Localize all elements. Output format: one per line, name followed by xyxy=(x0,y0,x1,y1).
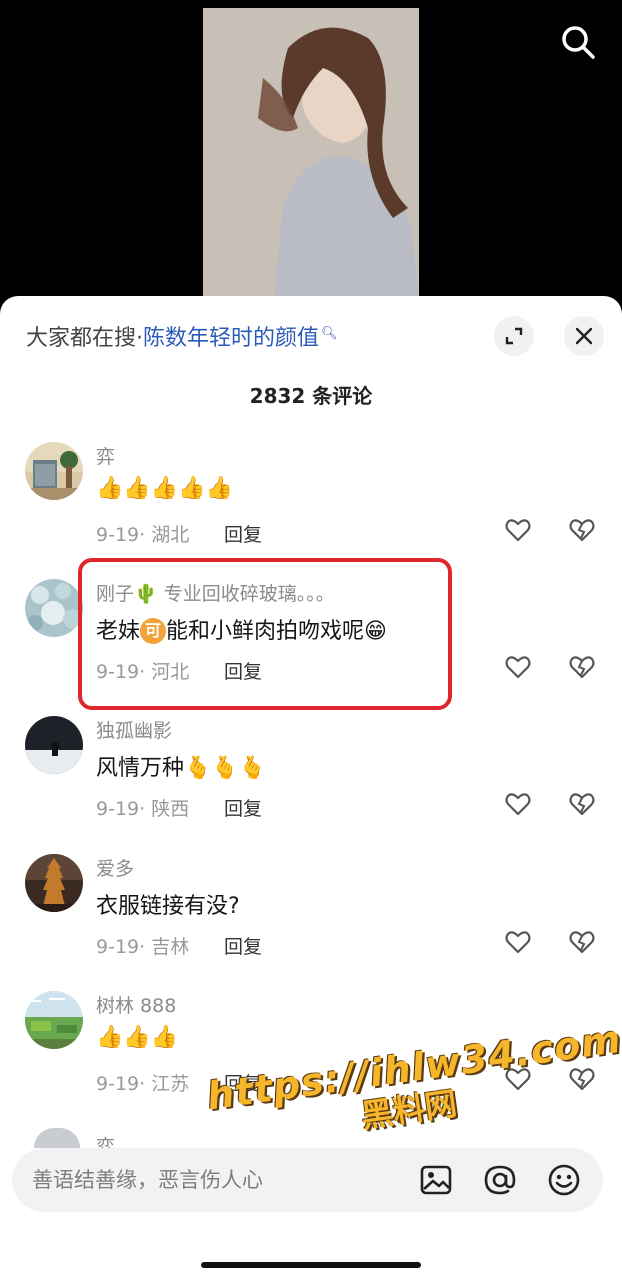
search-button[interactable] xyxy=(558,22,598,62)
everyone-searching-prefix: 大家都在搜· xyxy=(26,326,143,351)
comment-region: 湖北 xyxy=(151,524,190,546)
comments-sheet: 大家都在搜·陈数年轻时的颜值 🔍︎ 2832 条评论 弈 👍👍👍👍👍 9-19·… xyxy=(0,296,622,1280)
avatar-partial[interactable] xyxy=(34,1128,80,1148)
comment-username[interactable]: 弈 xyxy=(96,442,115,469)
video-thumbnail[interactable] xyxy=(203,8,419,308)
heart-icon xyxy=(505,1068,531,1091)
comment-meta: 9-19· 河北 xyxy=(96,661,190,683)
dislike-button[interactable] xyxy=(568,928,596,956)
heart-icon xyxy=(505,519,531,542)
broken-heart-icon xyxy=(569,931,595,954)
search-keyword: 陈数年轻时的颜值 xyxy=(143,326,320,351)
heart-icon xyxy=(505,931,531,954)
comment-meta: 9-19· 江苏 xyxy=(96,1073,190,1095)
emoji-button[interactable] xyxy=(546,1162,582,1198)
reply-button[interactable]: 回复 xyxy=(224,1069,262,1096)
reply-button[interactable]: 回复 xyxy=(224,657,262,684)
broken-heart-icon xyxy=(569,656,595,679)
broken-heart-icon xyxy=(569,519,595,542)
comment-text-start: 老妹 xyxy=(96,619,141,644)
comment-text: 👍👍👍👍👍 xyxy=(96,476,233,501)
comment-input-bar xyxy=(12,1148,603,1212)
expand-button[interactable] xyxy=(494,316,534,356)
like-button[interactable] xyxy=(504,516,532,544)
comment-meta: 9-19· 湖北 xyxy=(96,524,190,546)
comment-region: 江苏 xyxy=(151,1073,190,1095)
like-button[interactable] xyxy=(504,790,532,818)
comment-item: 树林 888 👍👍👍 9-19· 江苏 回复 xyxy=(0,991,622,1121)
dislike-button[interactable] xyxy=(568,1065,596,1093)
reply-button[interactable]: 回复 xyxy=(224,794,262,821)
reply-button[interactable]: 回复 xyxy=(224,520,262,547)
comment-text: 衣服链接有没? xyxy=(96,894,240,919)
comment-text: 风情万种🫰🫰🫰 xyxy=(96,756,267,781)
comment-region: 河北 xyxy=(151,661,190,683)
close-icon xyxy=(575,327,593,345)
comment-input[interactable] xyxy=(32,1148,402,1212)
emoji-icon xyxy=(548,1164,580,1196)
comment-date: 9-19 xyxy=(96,798,140,820)
avatar-image xyxy=(25,991,83,1049)
at-icon xyxy=(484,1165,516,1195)
comment-date: 9-19 xyxy=(96,661,140,683)
home-indicator[interactable] xyxy=(201,1262,421,1268)
comment-date: 9-19 xyxy=(96,936,140,958)
comment-username[interactable]: 爱多 xyxy=(96,854,134,881)
avatar[interactable] xyxy=(25,716,83,774)
comment-username[interactable]: 刚子🌵 专业回收碎玻璃。。。 xyxy=(96,579,335,606)
everyone-searching-link[interactable]: 大家都在搜·陈数年轻时的颜值 🔍︎ xyxy=(26,320,338,352)
dislike-button[interactable] xyxy=(568,516,596,544)
comment-text: 老妹可能和小鲜肉拍吻戏呢😁 xyxy=(96,613,387,645)
sheet-header: 大家都在搜·陈数年轻时的颜值 🔍︎ xyxy=(0,296,622,376)
video-area[interactable] xyxy=(0,0,622,320)
comment-date: 9-19 xyxy=(96,524,140,546)
avatar-image xyxy=(25,854,83,912)
search-icon xyxy=(562,26,595,59)
comment-item: 刚子🌵 专业回收碎玻璃。。。 老妹可能和小鲜肉拍吻戏呢😁 9-19· 河北 回复 xyxy=(0,579,622,709)
avatar-image xyxy=(25,442,83,500)
comment-username[interactable]: 树林 888 xyxy=(96,991,176,1018)
avatar-image xyxy=(25,579,83,637)
avatar[interactable] xyxy=(25,442,83,500)
heart-icon xyxy=(505,793,531,816)
search-icon: 🔍︎ xyxy=(321,325,338,341)
comments-count: 2832 条评论 xyxy=(249,384,373,408)
broken-heart-icon xyxy=(569,793,595,816)
comment-text: 👍👍👍 xyxy=(96,1025,179,1050)
like-button[interactable] xyxy=(504,928,532,956)
close-button[interactable] xyxy=(564,316,604,356)
comment-region: 陕西 xyxy=(151,798,190,820)
comment-item: 爱多 衣服链接有没? 9-19· 吉林 回复 xyxy=(0,854,622,984)
comment-item: 弈 👍👍👍👍👍 9-19· 湖北 回复 xyxy=(0,442,622,572)
heart-icon xyxy=(505,656,531,679)
comment-date: 9-19 xyxy=(96,1073,140,1095)
image-button[interactable] xyxy=(418,1162,454,1198)
dislike-button[interactable] xyxy=(568,653,596,681)
avatar[interactable] xyxy=(25,579,83,637)
broken-heart-icon xyxy=(569,1068,595,1091)
comment-meta: 9-19· 吉林 xyxy=(96,936,190,958)
like-button[interactable] xyxy=(504,1065,532,1093)
comment-meta: 9-19· 陕西 xyxy=(96,798,190,820)
expand-icon xyxy=(505,327,523,345)
mention-button[interactable] xyxy=(482,1162,518,1198)
comment-username[interactable]: 独孤幽影 xyxy=(96,716,172,743)
reply-button[interactable]: 回复 xyxy=(224,932,262,959)
comment-username-partial: 弈 xyxy=(96,1136,116,1148)
avatar[interactable] xyxy=(25,854,83,912)
ke-badge-emoji: 可 xyxy=(140,618,167,644)
avatar[interactable] xyxy=(25,991,83,1049)
comment-item: 独孤幽影 风情万种🫰🫰🫰 9-19· 陕西 回复 xyxy=(0,716,622,846)
comment-region: 吉林 xyxy=(151,936,190,958)
like-button[interactable] xyxy=(504,653,532,681)
video-figure-image xyxy=(203,8,419,308)
comment-text-end: 能和小鲜肉拍吻戏呢😁 xyxy=(166,619,387,644)
image-icon xyxy=(420,1165,452,1195)
avatar-image xyxy=(25,716,83,774)
dislike-button[interactable] xyxy=(568,790,596,818)
